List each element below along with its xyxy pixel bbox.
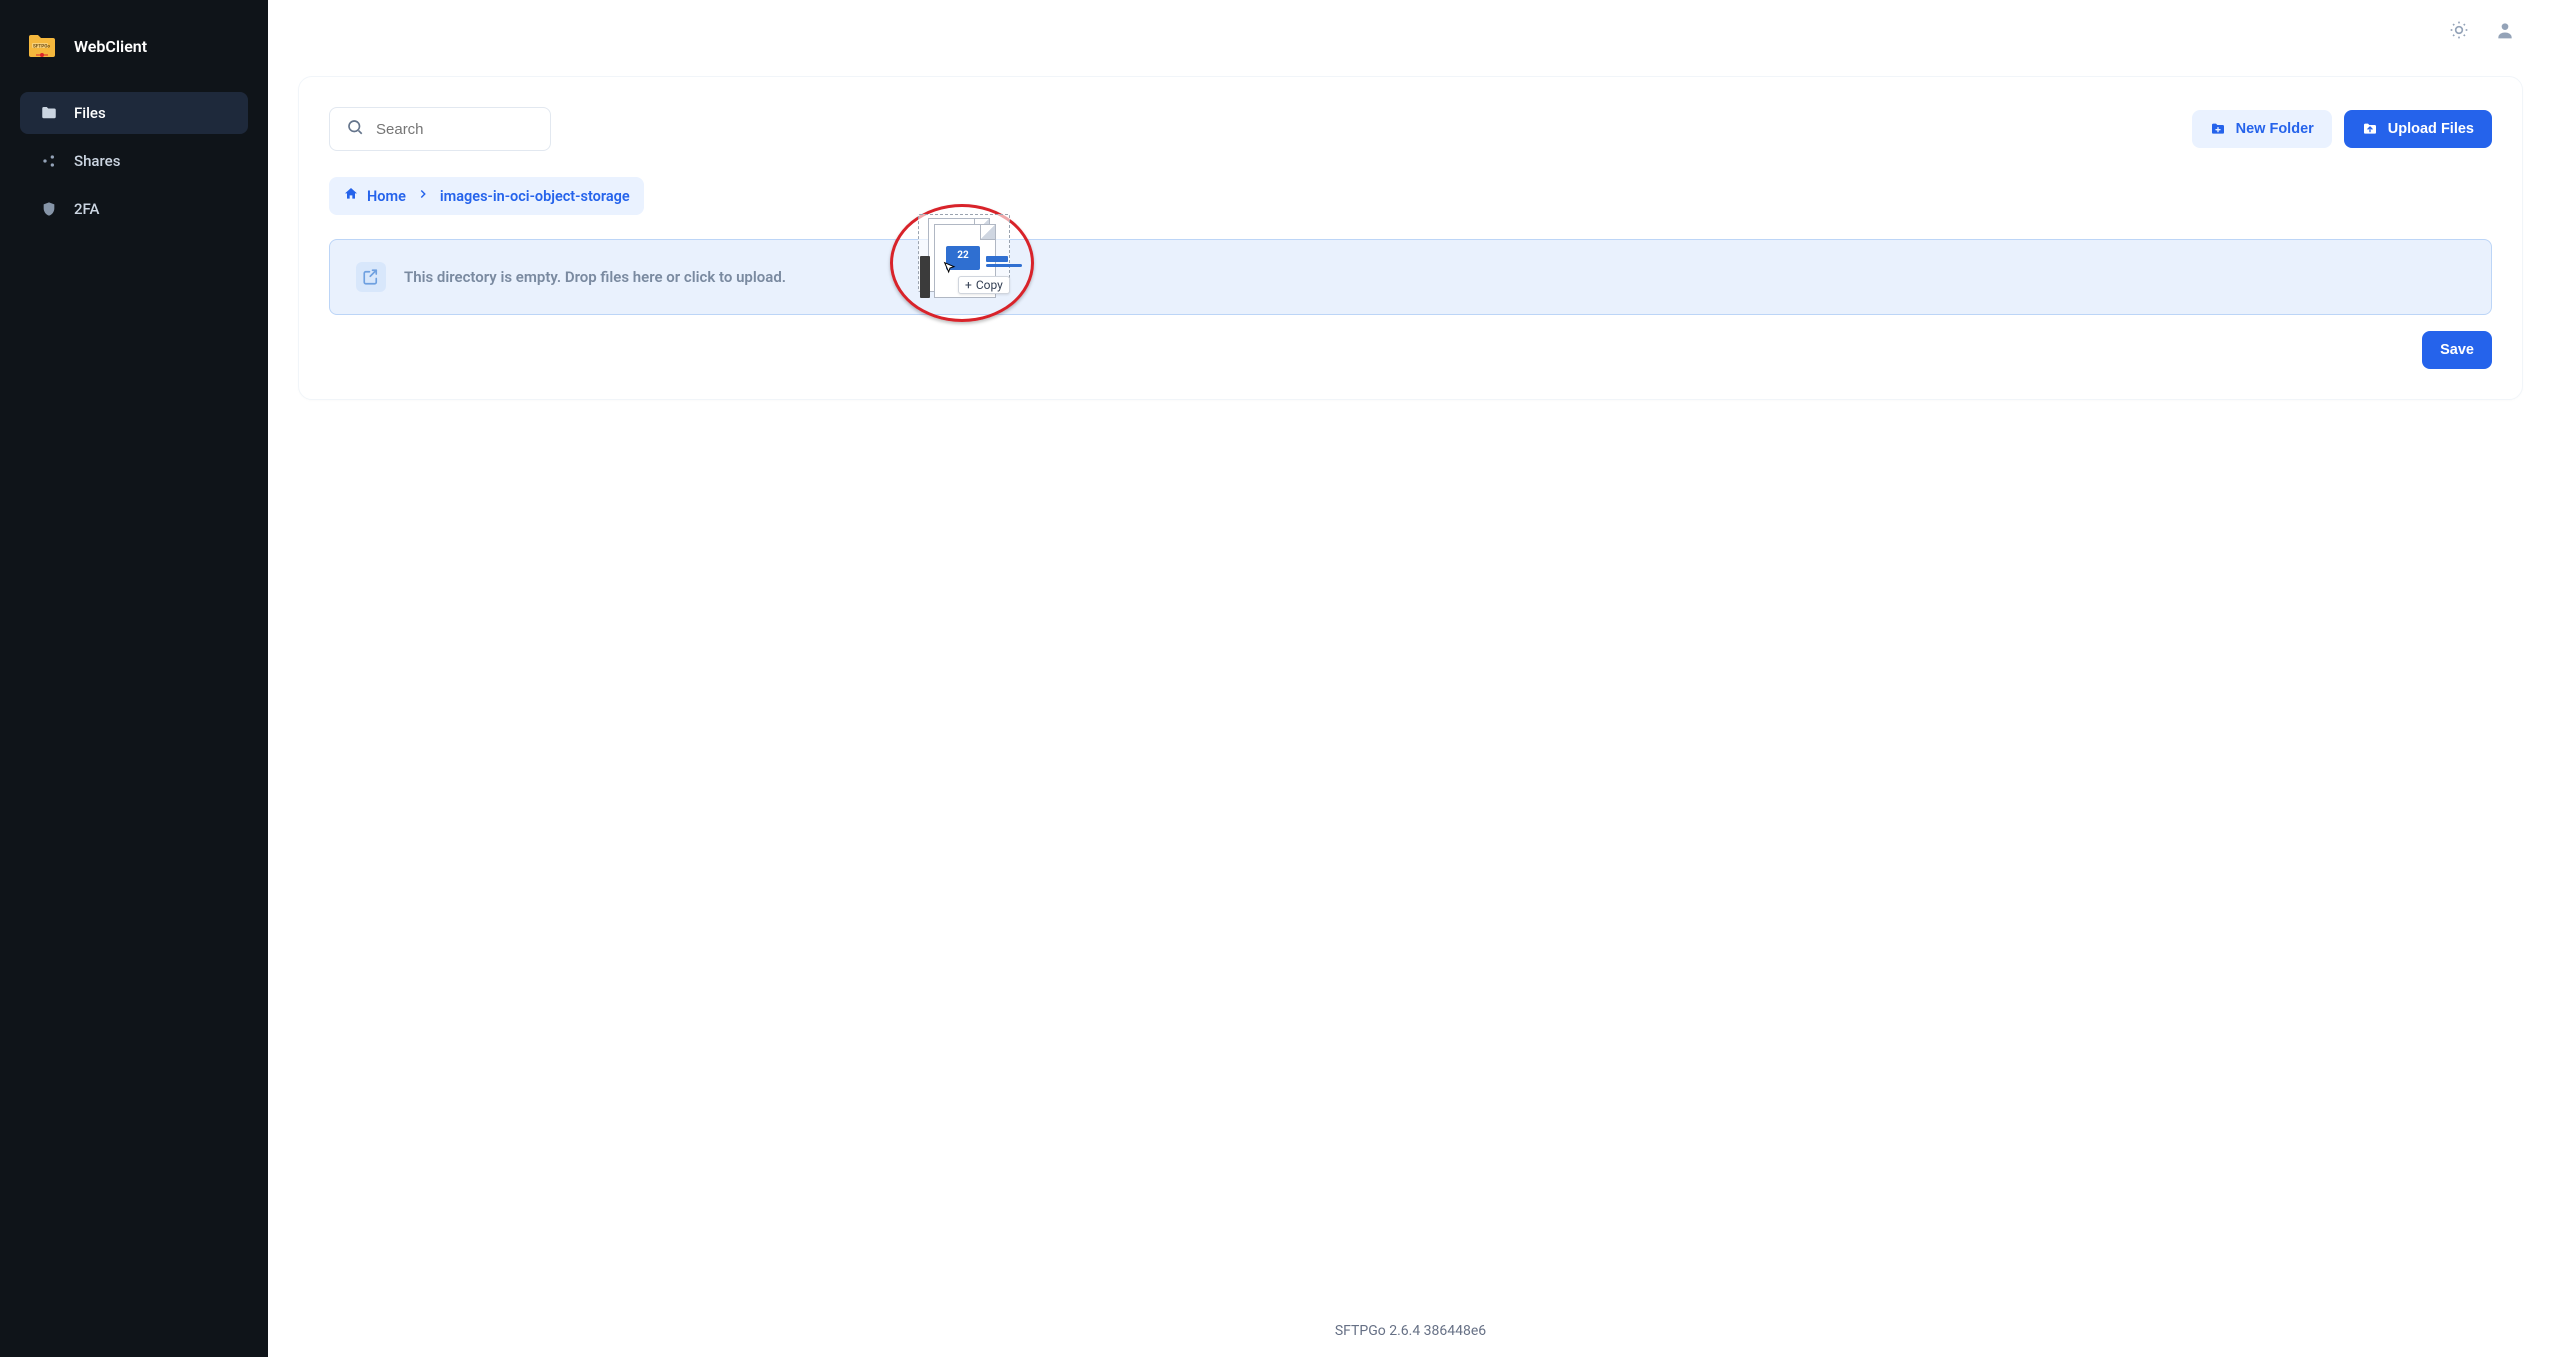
dropzone-upload-icon — [356, 262, 386, 292]
chevron-right-icon — [416, 187, 430, 205]
new-folder-label: New Folder — [2236, 121, 2314, 137]
breadcrumb: Home images-in-oci-object-storage — [329, 177, 644, 215]
drag-selection-box — [918, 214, 1010, 292]
sidebar-item-label: Shares — [74, 152, 120, 170]
breadcrumb-current-label: images-in-oci-object-storage — [440, 188, 630, 205]
content-card: New Folder Upload Files Home — [298, 76, 2523, 400]
drag-file-page — [928, 218, 990, 292]
actions-row: Save — [329, 331, 2492, 369]
breadcrumb-home[interactable]: Home — [343, 186, 406, 206]
drag-copy-label: Copy — [976, 278, 1003, 292]
sidebar-item-label: Files — [74, 104, 106, 122]
new-folder-button[interactable]: New Folder — [2192, 110, 2332, 148]
topbar — [268, 0, 2553, 60]
footer-text: SFTPGo 2.6.4 386448e6 — [1335, 1323, 1486, 1339]
home-icon — [343, 186, 359, 206]
drag-copy-tooltip: + Copy — [958, 276, 1010, 294]
search-box[interactable] — [329, 107, 551, 151]
svg-text:SFTPGo: SFTPGo — [33, 44, 50, 50]
theme-toggle-icon[interactable] — [2447, 18, 2471, 42]
footer: SFTPGo 2.6.4 386448e6 — [268, 1299, 2553, 1357]
drag-thumb-line — [986, 264, 1022, 267]
drag-count-badge — [946, 246, 980, 270]
sidebar-item-files[interactable]: Files — [20, 92, 248, 134]
shield-icon — [40, 200, 58, 218]
drag-thumb-mini — [986, 256, 1008, 262]
sidebar-item-label: 2FA — [74, 200, 99, 218]
sidebar-header: SFTPGo WebClient — [0, 20, 268, 84]
app-root: SFTPGo WebClient Files Shares — [0, 0, 2553, 1357]
main: New Folder Upload Files Home — [268, 0, 2553, 1357]
save-button[interactable]: Save — [2422, 331, 2492, 369]
folder-icon — [40, 104, 58, 122]
user-menu-icon[interactable] — [2493, 18, 2517, 42]
dropzone-message: This directory is empty. Drop files here… — [404, 268, 786, 286]
app-logo: SFTPGo — [26, 30, 58, 62]
drag-file-page — [934, 224, 996, 298]
sidebar-item-2fa[interactable]: 2FA — [20, 188, 248, 230]
upload-files-button[interactable]: Upload Files — [2344, 110, 2492, 148]
sidebar: SFTPGo WebClient Files Shares — [0, 0, 268, 1357]
search-icon — [346, 118, 364, 140]
cursor-arrow-icon — [942, 260, 958, 280]
upload-files-label: Upload Files — [2388, 121, 2474, 137]
toolbar: New Folder Upload Files — [329, 107, 2492, 151]
annotation-highlight-ellipse — [890, 204, 1034, 322]
share-icon — [40, 152, 58, 170]
folder-plus-icon — [2210, 121, 2226, 137]
breadcrumb-home-label: Home — [367, 188, 406, 205]
toolbar-buttons: New Folder Upload Files — [2192, 110, 2492, 148]
upload-icon — [2362, 121, 2378, 137]
breadcrumb-current[interactable]: images-in-oci-object-storage — [440, 188, 630, 205]
app-title: WebClient — [74, 37, 147, 56]
sidebar-nav: Files Shares 2FA — [0, 84, 268, 244]
sidebar-item-shares[interactable]: Shares — [20, 140, 248, 182]
save-label: Save — [2440, 342, 2474, 358]
drag-side-bar — [920, 256, 930, 298]
search-input[interactable] — [376, 121, 534, 138]
dropzone[interactable]: This directory is empty. Drop files here… — [329, 239, 2492, 315]
plus-icon: + — [965, 278, 972, 292]
